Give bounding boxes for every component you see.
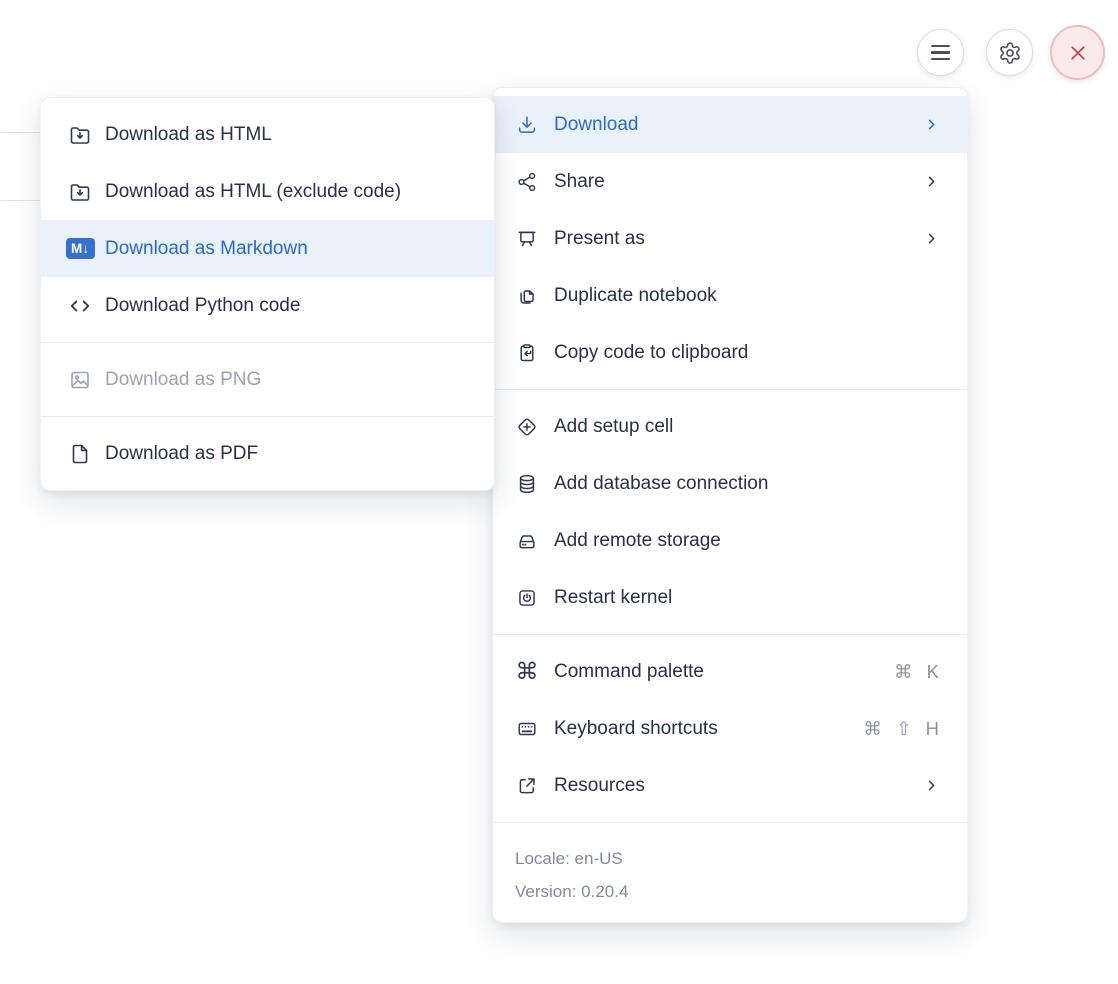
close-x-icon xyxy=(1068,43,1088,63)
file-icon xyxy=(65,442,95,466)
menu-item-label: Add database connection xyxy=(554,473,939,495)
menu-item-label: Copy code to clipboard xyxy=(554,342,939,364)
shortcut-hint: ⌘ K xyxy=(894,661,939,683)
menu-item-resources[interactable]: Resources xyxy=(493,757,967,814)
menu-item-label: Download Python code xyxy=(105,295,470,317)
menu-item-label: Download as Markdown xyxy=(105,238,470,260)
folder-download-icon xyxy=(65,180,95,204)
restart-icon xyxy=(515,587,539,609)
submenu-item-download-python-code[interactable]: Download Python code xyxy=(41,277,494,334)
locale-text: Locale: en-US xyxy=(515,842,945,875)
menu-item-label: Add remote storage xyxy=(554,530,939,552)
menu-item-label: Duplicate notebook xyxy=(554,285,939,307)
menu-item-label: Download xyxy=(554,114,924,136)
version-text: Version: 0.20.4 xyxy=(515,875,945,908)
menu-item-label: Present as xyxy=(554,228,924,250)
folder-download-icon xyxy=(65,123,95,147)
submenu-item-download-pdf[interactable]: Download as PDF xyxy=(41,425,494,482)
menu-item-label: Download as HTML xyxy=(105,124,470,146)
download-submenu: Download as HTML Download as HTML (exclu… xyxy=(40,97,495,491)
menu-item-label: Keyboard shortcuts xyxy=(554,718,863,740)
presentation-icon xyxy=(515,228,539,250)
download-icon xyxy=(515,114,539,136)
menu-item-label: Restart kernel xyxy=(554,587,939,609)
menu-item-label: Share xyxy=(554,171,924,193)
submenu-divider xyxy=(41,416,494,417)
chevron-right-icon xyxy=(924,231,939,246)
menu-button[interactable] xyxy=(917,29,964,76)
background-divider-bottom xyxy=(0,200,40,201)
markdown-icon: M↓ xyxy=(65,238,95,259)
background-divider-top xyxy=(0,132,40,133)
notebook-menu: Download Share Present as xyxy=(492,87,968,923)
menu-item-label: Resources xyxy=(554,775,924,797)
external-link-icon xyxy=(515,775,539,797)
image-icon xyxy=(65,368,95,392)
close-button[interactable] xyxy=(1050,25,1105,80)
menu-item-duplicate-notebook[interactable]: Duplicate notebook xyxy=(493,267,967,324)
menu-item-label: Download as PDF xyxy=(105,443,470,465)
shortcut-hint: ⌘ ⇧ H xyxy=(863,718,939,740)
chevron-right-icon xyxy=(924,117,939,132)
page-background: Download Share Present as xyxy=(0,0,1118,984)
menu-divider xyxy=(493,634,967,635)
menu-divider xyxy=(493,822,967,823)
menu-item-label: Download as PNG xyxy=(105,369,470,391)
menu-item-keyboard-shortcuts[interactable]: Keyboard shortcuts ⌘ ⇧ H xyxy=(493,700,967,757)
menu-item-download[interactable]: Download xyxy=(493,96,967,153)
database-icon xyxy=(515,473,539,495)
setup-cell-icon xyxy=(515,416,539,438)
menu-item-present-as[interactable]: Present as xyxy=(493,210,967,267)
share-icon xyxy=(515,171,539,193)
submenu-divider xyxy=(41,342,494,343)
chevron-right-icon xyxy=(924,174,939,189)
menu-item-share[interactable]: Share xyxy=(493,153,967,210)
menu-divider xyxy=(493,389,967,390)
submenu-item-download-png[interactable]: Download as PNG xyxy=(41,351,494,408)
keyboard-icon xyxy=(515,718,539,740)
hamburger-icon xyxy=(931,45,950,61)
submenu-item-download-markdown[interactable]: M↓ Download as Markdown xyxy=(41,220,494,277)
menu-item-add-remote-storage[interactable]: Add remote storage xyxy=(493,512,967,569)
code-icon xyxy=(65,294,95,318)
command-icon: ⌘ xyxy=(515,660,539,683)
settings-button[interactable] xyxy=(986,29,1033,76)
menu-item-label: Add setup cell xyxy=(554,416,939,438)
storage-icon xyxy=(515,530,539,552)
menu-item-add-setup-cell[interactable]: Add setup cell xyxy=(493,398,967,455)
menu-item-restart-kernel[interactable]: Restart kernel xyxy=(493,569,967,626)
menu-footer: Locale: en-US Version: 0.20.4 xyxy=(493,831,967,922)
submenu-item-download-html-exclude-code[interactable]: Download as HTML (exclude code) xyxy=(41,163,494,220)
gear-icon xyxy=(998,41,1022,65)
duplicate-icon xyxy=(515,285,539,307)
submenu-item-download-html[interactable]: Download as HTML xyxy=(41,106,494,163)
menu-item-add-database-connection[interactable]: Add database connection xyxy=(493,455,967,512)
menu-item-label: Command palette xyxy=(554,661,894,683)
menu-item-label: Download as HTML (exclude code) xyxy=(105,181,470,203)
menu-item-copy-code[interactable]: Copy code to clipboard xyxy=(493,324,967,381)
clipboard-icon xyxy=(515,342,539,364)
chevron-right-icon xyxy=(924,778,939,793)
menu-item-command-palette[interactable]: ⌘ Command palette ⌘ K xyxy=(493,643,967,700)
